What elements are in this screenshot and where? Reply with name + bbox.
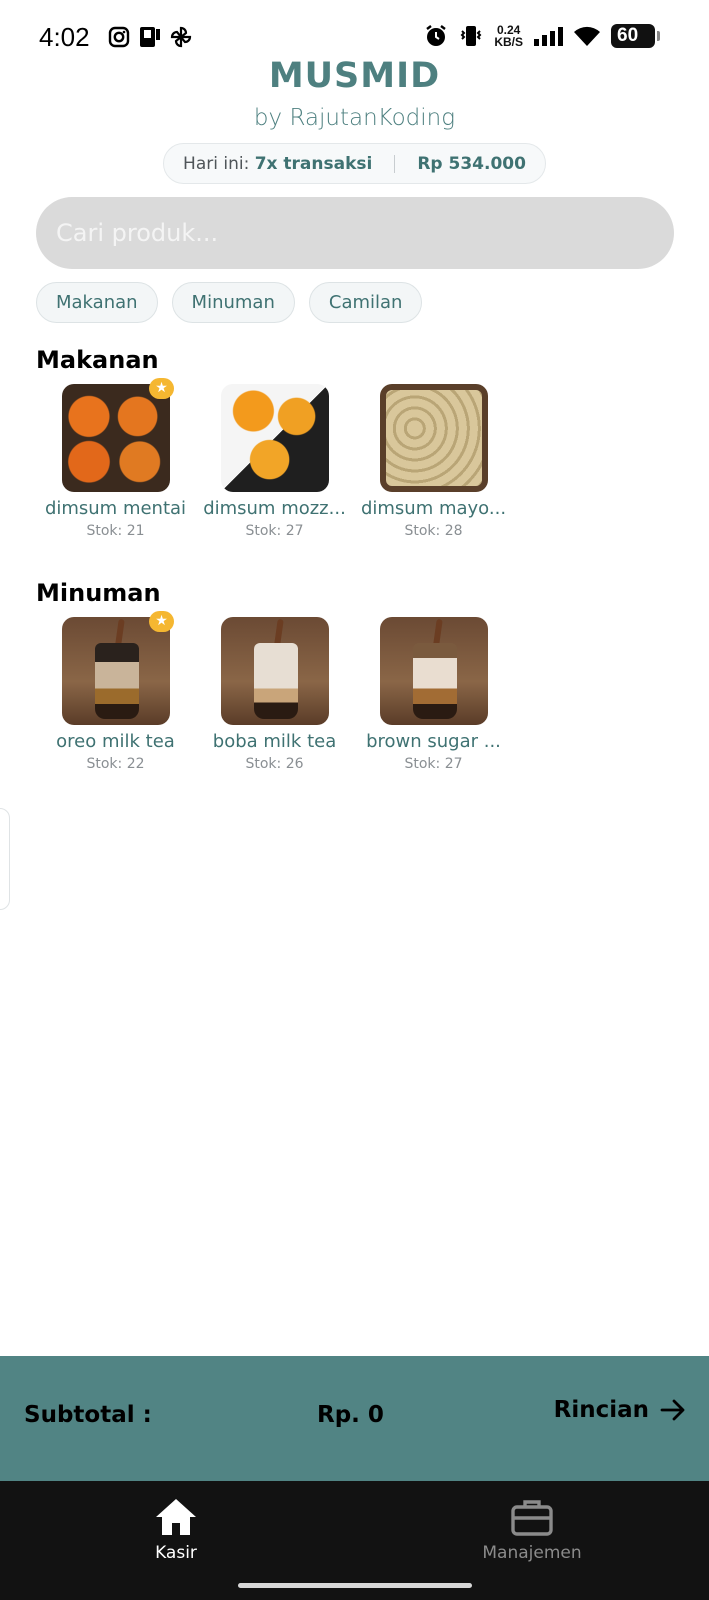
status-time: 4:02: [39, 22, 90, 52]
product-card[interactable]: dimsum mayo... Stok: 28: [354, 384, 513, 539]
product-name: brown sugar ...: [366, 731, 501, 752]
product-image: [379, 384, 488, 492]
product-name: dimsum mentai: [44, 498, 187, 519]
briefcase-icon: [511, 1500, 553, 1536]
product-stock: Stok: 28: [404, 523, 463, 539]
product-image: [379, 617, 488, 725]
product-card[interactable]: ★ dimsum mentai Stok: 21: [36, 378, 195, 539]
status-left-icons: [108, 26, 192, 48]
product-image: [61, 617, 170, 725]
product-stock: Stok: 27: [245, 523, 304, 539]
product-name: boba milk tea: [212, 731, 337, 752]
chip-camilan[interactable]: Camilan: [308, 282, 423, 323]
notification-app-icon: [140, 27, 160, 47]
arrow-right-icon: [660, 1399, 685, 1421]
signal-icon: [534, 27, 563, 46]
section-title-minuman: Minuman: [36, 579, 161, 607]
product-card[interactable]: ★ oreo milk tea Stok: 22: [36, 611, 195, 772]
product-row-makanan: ★ dimsum mentai Stok: 21 dimsum mozz... …: [36, 378, 513, 539]
summary-amount: Rp 534.000: [417, 153, 526, 174]
product-name: oreo milk tea: [56, 731, 175, 752]
battery-icon: 60: [611, 24, 660, 48]
product-name: dimsum mozz...: [203, 498, 346, 519]
summary-transactions: 7x transaksi: [254, 153, 373, 174]
product-stock: Stok: 27: [404, 756, 463, 772]
summary-divider: [394, 154, 396, 173]
product-image: [220, 617, 329, 725]
product-stock: Stok: 22: [86, 756, 145, 772]
bottom-nav: Kasir Manajemen: [0, 1481, 709, 1600]
star-icon: ★: [149, 378, 174, 399]
nav-item-manajemen[interactable]: Manajemen: [462, 1497, 602, 1563]
product-row-minuman: ★ oreo milk tea Stok: 22 boba milk tea S…: [36, 611, 513, 772]
vibrate-icon: [460, 26, 482, 46]
product-stock: Stok: 21: [86, 523, 145, 539]
app-subtitle: by RajutanKoding: [253, 105, 456, 131]
cup-shape: [94, 643, 139, 719]
category-chips: Makanan Minuman Camilan: [36, 282, 423, 323]
gesture-bar[interactable]: [238, 1583, 472, 1588]
wifi-icon: [574, 26, 600, 46]
status-right-icons: 0.24 KB/S 60: [424, 24, 660, 48]
cup-shape: [412, 643, 457, 719]
subtotal-value: Rp. 0: [317, 1402, 384, 1428]
product-card[interactable]: boba milk tea Stok: 26: [195, 617, 354, 772]
network-speed-unit: KB/S: [494, 35, 523, 49]
instagram-icon: [108, 26, 130, 48]
product-card[interactable]: dimsum mozz... Stok: 27: [195, 384, 354, 539]
product-image: [220, 384, 329, 492]
product-stock: Stok: 26: [245, 756, 304, 772]
chip-makanan[interactable]: Makanan: [36, 282, 158, 323]
section-title-makanan: Makanan: [36, 346, 159, 374]
product-name: dimsum mayo...: [360, 498, 507, 519]
search-input[interactable]: [36, 197, 674, 269]
daily-summary: Hari ini: 7x transaksi Rp 534.000: [163, 143, 546, 184]
nav-label-kasir: Kasir: [155, 1543, 197, 1563]
edge-drawer-handle[interactable]: [0, 808, 10, 910]
subtotal-label: Subtotal :: [24, 1402, 152, 1428]
pinwheel-icon: [170, 26, 192, 48]
details-label: Rincian: [553, 1397, 649, 1423]
chip-minuman[interactable]: Minuman: [171, 282, 295, 323]
star-icon: ★: [149, 611, 174, 632]
nav-item-kasir[interactable]: Kasir: [106, 1497, 246, 1563]
app-title: MUSMID: [268, 56, 441, 96]
nav-label-manajemen: Manajemen: [482, 1543, 582, 1563]
summary-label: Hari ini:: [183, 153, 250, 174]
home-icon: [156, 1499, 196, 1535]
alarm-icon: [426, 25, 447, 46]
subtotal-bar: Subtotal : Rp. 0 Rincian: [0, 1356, 709, 1481]
product-image: [61, 384, 170, 492]
cup-shape: [253, 643, 298, 719]
details-button[interactable]: Rincian: [554, 1396, 687, 1424]
product-card[interactable]: brown sugar ... Stok: 27: [354, 617, 513, 772]
network-speed: 0.24 KB/S: [494, 24, 523, 48]
